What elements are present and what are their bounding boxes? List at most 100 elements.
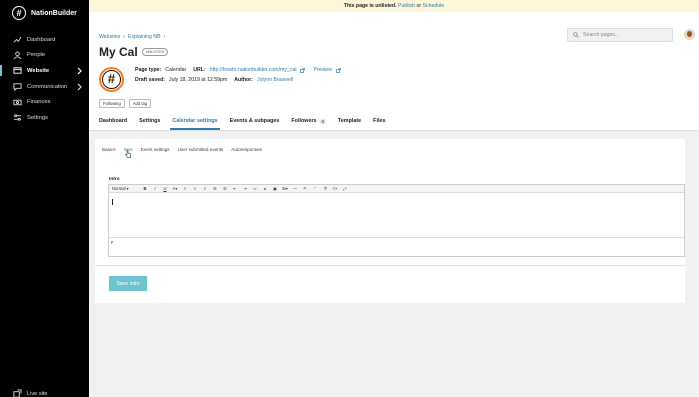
sidebar-item-website[interactable]: Website [0,63,89,79]
add-tag-button[interactable]: Add tag [128,99,152,108]
hand-cursor-icon [125,150,131,158]
subtab-event-settings[interactable]: Event settings [141,147,170,152]
author-link[interactable]: Jolynn Braswell [257,77,293,83]
sidebar-item-people[interactable]: People [0,48,89,64]
subtab-basics[interactable]: Basics [102,147,116,152]
page-type-row: Page type: Calendar URL: http://howto.na… [135,67,341,73]
horizontal-rule-icon[interactable]: — [292,186,298,191]
undo-icon[interactable]: ↶ [302,186,308,191]
status-badge: UNLISTED [141,48,169,56]
page-type-value: Calendar [165,67,187,73]
page-tabs: Dashboard Settings Calendar settings Eve… [99,113,397,130]
sidebar-item-dashboard[interactable]: Dashboard [0,32,89,48]
breadcrumb-chevron-icon: › [123,34,125,40]
breadcrumb-websites[interactable]: Websites [99,34,120,40]
link-icon[interactable]: ∞ [252,186,258,191]
sidebar-item-label: People [27,52,46,59]
editor-text-area[interactable] [109,193,684,239]
sidebar-item-label: Finances [27,99,51,106]
settings-icon [13,114,22,122]
preview-link[interactable]: Preview [313,67,331,73]
italic-icon[interactable]: I [152,186,158,191]
fullscreen-icon[interactable]: ⤢ [342,186,348,191]
bullet-list-icon[interactable]: ☰ [212,186,218,191]
tab-files[interactable]: Files [373,113,385,129]
schedule-link[interactable]: Schedule [423,3,445,9]
align-right-icon[interactable]: ≡ [202,186,208,191]
text-color-icon[interactable]: A▾ [172,186,178,191]
tab-settings[interactable]: Settings [139,113,160,129]
search-input[interactable]: Search pages... [567,28,673,42]
avatar[interactable] [684,29,695,40]
live-site-link[interactable]: Live site [13,389,48,397]
subtab-user-submitted-events[interactable]: User submitted events [178,147,224,152]
live-site-label: Live site [27,390,48,397]
sidebar-item-settings[interactable]: Settings [0,110,89,126]
page-header: Websites › Explaining NB › My Cal UNLIST… [89,12,699,130]
followers-count: 0 [319,118,326,124]
sidebar-item-label: Dashboard [27,36,56,43]
breadcrumb-explaining-nb[interactable]: Explaining NB [128,34,161,40]
hash-logo-icon: # [102,70,121,89]
numbered-list-icon[interactable]: ☰ [222,186,228,191]
sidebar-nav: Dashboard People Website Communication F… [0,32,89,126]
author-label: Author: [234,77,253,83]
following-tag[interactable]: Following [99,99,125,108]
align-center-icon[interactable]: ≡ [192,186,198,191]
page-title-row: My Cal UNLISTED [99,45,169,59]
tab-followers[interactable]: Followers 0 [291,113,326,129]
url-label: URL: [193,67,206,73]
sidebar-item-label: Settings [27,114,48,121]
sidebar-item-label: Communication [27,83,68,90]
finances-icon [13,99,22,105]
sidebar-item-communication[interactable]: Communication [0,79,89,95]
table-icon[interactable]: ⊞▾ [282,186,288,191]
tab-template[interactable]: Template [338,113,361,129]
save-bar: Save intro [95,265,685,303]
page-url-link[interactable]: http://howto.nationbuilder.com/my_cal [210,67,297,73]
nationbuilder-logo-icon: # [12,6,26,20]
page-logo: # [99,67,124,92]
external-link-icon[interactable] [336,67,341,73]
main-content: Basics Intro Event settings User submitt… [89,130,699,397]
editor-status-bar: p [109,237,684,245]
save-intro-button[interactable]: Save intro [109,276,147,291]
blockquote-icon[interactable]: ” [312,186,318,191]
align-left-icon[interactable]: ≡ [182,186,188,191]
subtab-autoresponses[interactable]: Autoresponses [231,147,262,152]
communication-icon [13,83,22,92]
draft-value: July 18, 2019 at 12:59pm [168,77,228,83]
tag-row: Following Add tag [99,99,152,108]
underline-icon[interactable]: U [162,186,168,191]
brand-name: NationBuilder [31,9,77,17]
tab-label: Followers [291,118,317,124]
chevron-right-icon [77,83,82,91]
publish-link[interactable]: Publish [398,3,415,9]
intro-editor: Normal ▾ B I U A▾ ≡ ≡ ≡ ☰ ☰ ⇤ ⇥ ∞ ⌀ ▣ ⊞▾… [108,184,685,257]
format-select[interactable]: Normal ▾ [112,186,138,191]
sidebar-item-label: Website [27,67,50,74]
draft-row: Draft saved: July 18, 2019 at 12:59pm Au… [135,77,293,83]
banner-text: This page is unlisted. [343,3,397,9]
indent-icon[interactable]: ⇥ [242,186,248,191]
unlisted-banner: This page is unlisted. Publish or Schedu… [89,0,699,12]
clear-format-icon[interactable]: T̸ [322,186,328,191]
search-icon [573,32,579,38]
external-link-icon[interactable] [300,67,306,73]
tab-calendar-settings[interactable]: Calendar settings [170,113,220,130]
page-title: My Cal [99,45,138,59]
banner-or: or [416,3,422,9]
outdent-icon[interactable]: ⇤ [232,186,238,191]
bold-icon[interactable]: B [142,186,148,191]
sidebar-item-finances[interactable]: Finances [0,94,89,110]
intro-field-label: Intro [109,177,120,182]
unlink-icon[interactable]: ⌀ [262,186,268,191]
tab-dashboard[interactable]: Dashboard [99,113,127,129]
brand[interactable]: # NationBuilder [12,6,77,20]
source-code-icon[interactable]: <> [332,186,338,191]
editor-path: p [111,239,114,244]
dashboard-icon [13,36,22,43]
tab-events-subpages[interactable]: Events & subpages [230,113,280,129]
editor-toolbar: Normal ▾ B I U A▾ ≡ ≡ ≡ ☰ ☰ ⇤ ⇥ ∞ ⌀ ▣ ⊞▾… [109,185,684,193]
image-icon[interactable]: ▣ [272,186,278,191]
